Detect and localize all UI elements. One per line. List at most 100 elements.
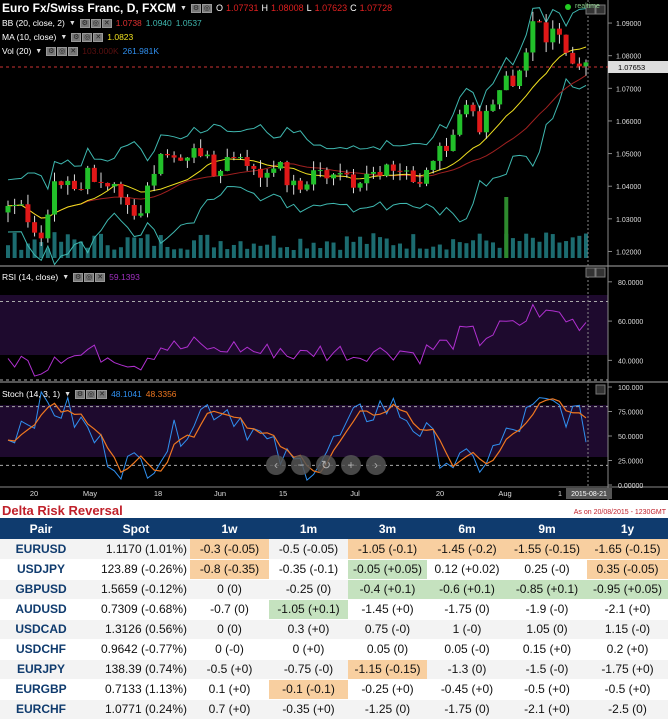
settings-icon[interactable]: ⚙ — [71, 32, 82, 42]
volume-bar — [304, 248, 309, 258]
volume-bar — [218, 241, 223, 258]
hide-icon[interactable]: ◎ — [82, 32, 93, 42]
volume-bar — [397, 243, 402, 258]
volume-bar — [105, 245, 110, 258]
candle-body — [52, 181, 58, 215]
stoch-axis-label: 100.000 — [618, 385, 643, 392]
volume-bar — [258, 245, 263, 258]
candle-body — [443, 145, 449, 151]
candle-body — [397, 170, 403, 172]
pair-cell: GBPUSD — [0, 579, 82, 600]
candle-body — [277, 162, 283, 169]
candle-body — [111, 183, 117, 187]
scroll-left-icon[interactable]: ‹ — [266, 455, 286, 475]
close-icon[interactable]: ✕ — [95, 272, 106, 282]
candle-body — [550, 28, 556, 43]
reset-icon[interactable]: ↻ — [316, 455, 336, 475]
close-icon[interactable]: ✕ — [101, 18, 112, 28]
price-chart-panel[interactable]: 1.09000 1.08000 1.07000 1.06000 1.05000 1.040… — [0, 0, 668, 500]
volume-bar — [318, 248, 323, 258]
settings-icon[interactable]: ⚙ — [75, 389, 86, 399]
spot-cell: 0.9642 (-0.77%) — [82, 639, 190, 660]
volume-bar — [112, 249, 117, 258]
ma-buttons: ⚙ ◎ ✕ — [71, 32, 104, 42]
delta-risk-reversal-panel: Delta Risk Reversal As on 20/08/2015 - 1… — [0, 501, 668, 720]
table-row: AUDUSD 0.7309 (-0.68%) -0.7 (0) -1.05 (+0.1… — [0, 599, 668, 620]
zoom-out-icon[interactable]: − — [291, 455, 311, 475]
pane-button-icon — [585, 267, 596, 278]
close-icon[interactable]: ✕ — [93, 32, 104, 42]
candle-body — [337, 173, 343, 175]
hide-icon[interactable]: ◎ — [201, 3, 212, 13]
pair-cell: EURGBP — [0, 679, 82, 700]
volume-bar — [411, 234, 416, 258]
volume-bar — [524, 233, 529, 258]
volume-bar — [19, 249, 24, 258]
volume-bar — [550, 234, 555, 258]
settings-icon[interactable]: ⚙ — [79, 18, 90, 28]
chevron-down-icon[interactable]: ▼ — [35, 48, 42, 55]
volume-bar — [424, 248, 429, 258]
current-price-label: 1.07653 — [618, 63, 645, 72]
candle-body — [211, 154, 217, 177]
low-value: 1.07623 — [314, 3, 348, 13]
hide-icon[interactable]: ◎ — [90, 18, 101, 28]
volume-bar — [185, 249, 190, 258]
chart-canvas[interactable]: 1.09000 1.08000 1.07000 1.06000 1.05000 1.040… — [0, 0, 668, 500]
volume-bar — [564, 241, 569, 258]
candle-body — [311, 170, 317, 185]
hide-icon[interactable]: ◎ — [84, 272, 95, 282]
scroll-right-icon[interactable]: › — [366, 455, 386, 475]
rr-cell: -0.3 (-0.05) — [190, 539, 269, 560]
bb-label[interactable]: BB (20, close, 2) — [2, 18, 65, 28]
close-icon[interactable]: ✕ — [68, 46, 79, 56]
settings-icon[interactable]: ⚙ — [73, 272, 84, 282]
vol-label[interactable]: Vol (20) — [2, 46, 31, 56]
candle-body — [390, 164, 396, 171]
symbol-title[interactable]: Euro Fx/Swiss Franc, D, FXCM — [2, 1, 176, 15]
rsi-axis-label: 60.0000 — [618, 319, 643, 326]
spot-cell: 0.7309 (-0.68%) — [82, 599, 190, 620]
candle-body — [424, 169, 430, 184]
ma-legend: MA (10, close) ▼ ⚙ ◎ ✕ 1.0823 — [2, 32, 133, 42]
zoom-in-icon[interactable]: + — [341, 455, 361, 475]
drr-title: Delta Risk Reversal — [2, 503, 123, 518]
volume-bar — [311, 242, 316, 258]
hide-icon[interactable]: ◎ — [86, 389, 97, 399]
volume-bar — [471, 240, 476, 258]
chevron-down-icon[interactable]: ▼ — [69, 20, 76, 27]
candle-body — [118, 183, 124, 198]
rr-cell: -1.65 (-0.15) — [587, 539, 668, 560]
settings-icon[interactable]: ⚙ — [190, 3, 201, 13]
candle-body — [377, 171, 383, 176]
vol-buttons: ⚙ ◎ ✕ — [46, 46, 79, 56]
hide-icon[interactable]: ◎ — [57, 46, 68, 56]
volume-bar — [557, 242, 562, 258]
stoch-label[interactable]: Stoch (14, 3, 1) — [2, 389, 60, 399]
settings-icon[interactable]: ⚙ — [46, 46, 57, 56]
candle-body — [530, 21, 536, 53]
candle-body — [65, 180, 71, 186]
chevron-down-icon[interactable]: ▼ — [62, 274, 69, 281]
candle-body — [58, 181, 64, 186]
ma-label[interactable]: MA (10, close) — [2, 32, 56, 42]
column-header-1w: 1w — [190, 518, 269, 539]
ma-value: 1.0823 — [107, 32, 134, 42]
rsi-band — [0, 295, 608, 355]
close-icon[interactable]: ✕ — [97, 389, 108, 399]
candle-body — [184, 157, 190, 161]
candle-body — [497, 90, 503, 105]
spot-cell: 138.39 (0.74%) — [82, 659, 190, 680]
drr-header: Delta Risk Reversal As on 20/08/2015 - 1… — [0, 501, 668, 518]
candle-body — [304, 184, 310, 190]
chevron-down-icon[interactable]: ▼ — [64, 391, 71, 398]
chevron-down-icon[interactable]: ▼ — [60, 34, 67, 41]
rsi-label[interactable]: RSI (14, close) — [2, 272, 58, 282]
chevron-down-icon[interactable]: ▼ — [180, 5, 187, 12]
drr-table: Pair Spot 1w 1m 3m 6m 9m 1y EURUSD 1.1170 (1.01%… — [0, 518, 668, 720]
high-value: 1.08008 — [271, 3, 304, 13]
volume-bar — [444, 249, 449, 258]
candle-body — [483, 110, 489, 133]
time-axis-label: Jul — [350, 489, 360, 498]
candle-body — [437, 145, 443, 161]
